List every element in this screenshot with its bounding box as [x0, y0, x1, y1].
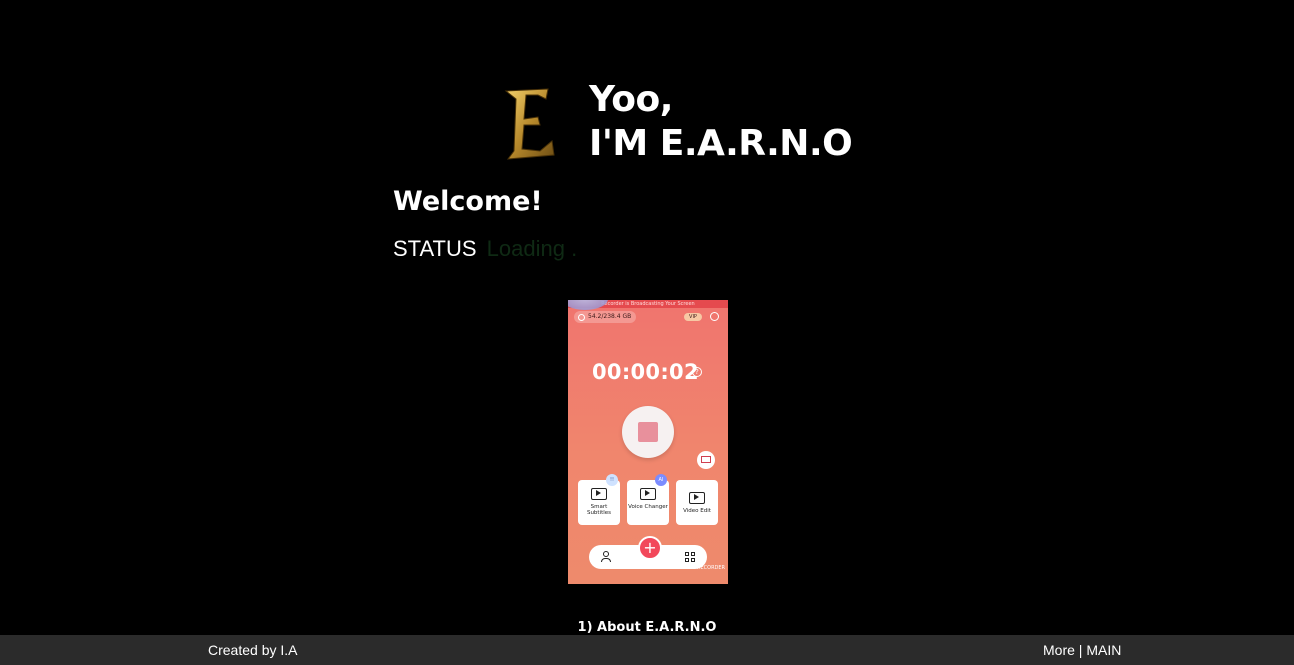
- storage-ring-icon: [578, 314, 585, 321]
- hero-name: I'M E.A.R.N.O: [589, 123, 853, 164]
- add-button: +: [638, 536, 662, 560]
- storage-text: 54.2/238.4 GB: [588, 313, 632, 320]
- tile-label: Video Edit: [683, 508, 711, 514]
- tile-smart-subtitles: !! Smart Subtitles: [578, 474, 620, 525]
- tile-label: Voice Changer: [628, 504, 668, 510]
- more-link[interactable]: More: [1043, 642, 1075, 658]
- video-edit-icon: [689, 492, 705, 504]
- stop-recording-button: [622, 406, 674, 458]
- phone-screenshot: Recorder is Broadcasting Your Screen 54.…: [568, 300, 728, 584]
- vip-badge: VIP: [684, 313, 702, 321]
- recording-timer: 00:00:02: [592, 360, 699, 384]
- subtitles-icon: [591, 488, 607, 500]
- status-label: STATUS: [393, 236, 477, 261]
- welcome-heading: Welcome!: [393, 186, 543, 217]
- tile-badge: !!: [606, 474, 618, 486]
- voice-changer-icon: [640, 488, 656, 500]
- storage-indicator: 54.2/238.4 GB: [574, 311, 636, 323]
- tile-voice-changer: AI Voice Changer: [627, 474, 669, 525]
- footer: Created by I.A More | MAIN: [0, 635, 1294, 665]
- about-section-heading[interactable]: 1) About E.A.R.N.O: [0, 620, 1294, 635]
- hero-greeting: Yoo,: [589, 79, 673, 120]
- main-link[interactable]: MAIN: [1086, 642, 1121, 658]
- hero-title: Yoo, I'M E.A.R.N.O: [589, 78, 853, 166]
- footer-credit: Created by I.A: [208, 642, 298, 658]
- earno-logo: [504, 88, 555, 160]
- screenshot-icon: [701, 456, 711, 463]
- status-value: Loading .: [486, 236, 578, 261]
- page: Yoo, I'M E.A.R.N.O Welcome! STATUS Loadi…: [0, 0, 1294, 665]
- status-line: STATUS Loading .: [393, 236, 577, 262]
- user-icon: [601, 551, 611, 562]
- footer-links: More | MAIN: [1043, 642, 1121, 658]
- floating-bubble-icon: [568, 300, 608, 310]
- app-watermark: V RECORDER: [692, 565, 726, 571]
- screenshot-button: [697, 451, 715, 469]
- help-icon: ?: [692, 367, 702, 377]
- tile-badge: AI: [655, 474, 667, 486]
- stop-icon: [638, 422, 658, 442]
- apps-grid-icon: [685, 552, 695, 562]
- settings-icon: [710, 312, 719, 321]
- tile-label: Smart Subtitles: [586, 504, 612, 516]
- tile-video-edit: Video Edit: [676, 480, 718, 525]
- footer-separator: |: [1074, 642, 1087, 658]
